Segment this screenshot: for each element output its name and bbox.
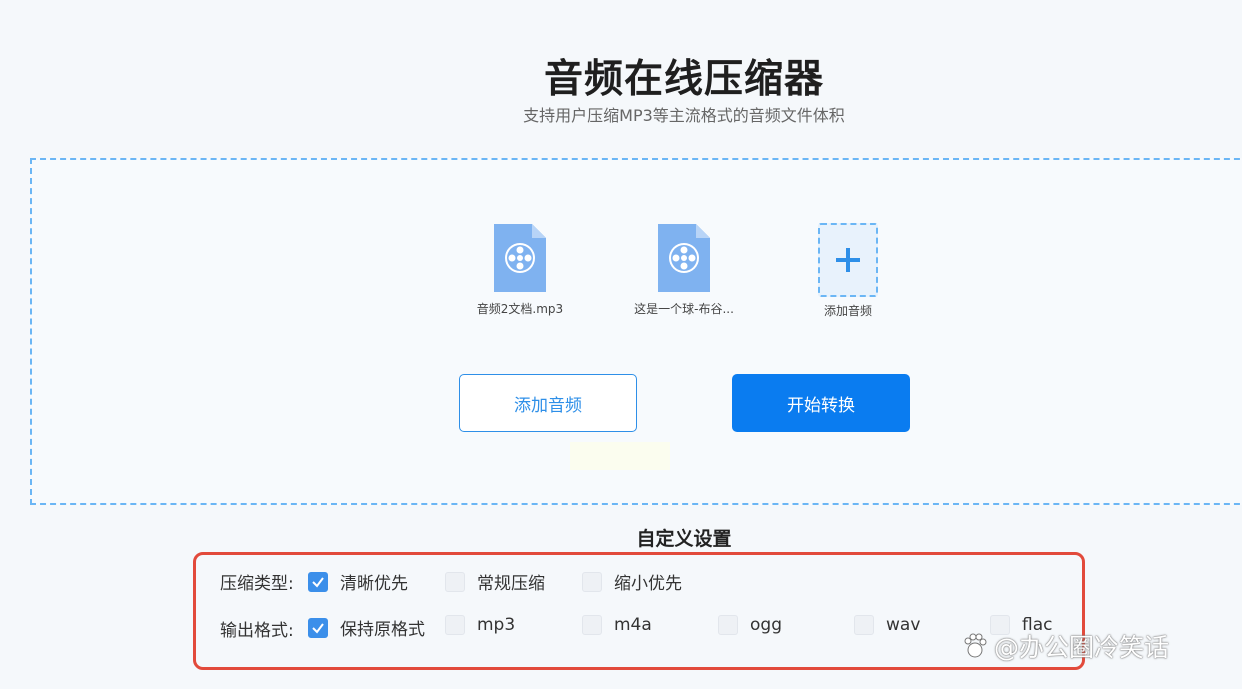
file-item[interactable]: 音频2文档.mp3 [460, 222, 580, 317]
option-m4a[interactable]: m4a [582, 615, 652, 635]
checkbox[interactable] [582, 615, 602, 635]
watermark: @办公圈冷笑话 [960, 628, 1169, 664]
file-item[interactable]: 这是一个球-布谷... [624, 222, 744, 317]
start-convert-button[interactable]: 开始转换 [732, 374, 910, 432]
checkbox[interactable] [718, 615, 738, 635]
option-ogg[interactable]: ogg [718, 615, 782, 635]
option-normal-compression[interactable]: 常规压缩 [445, 569, 545, 594]
add-audio-tile-label: 添加音频 [823, 304, 872, 318]
option-label: 保持原格式 [340, 620, 425, 640]
check-icon [312, 622, 324, 634]
checkbox[interactable] [854, 615, 874, 635]
plus-icon [836, 248, 860, 272]
option-label: wav [886, 615, 921, 635]
option-label: ogg [750, 615, 782, 635]
option-wav[interactable]: wav [854, 615, 920, 635]
settings-title: 自定义设置 [636, 528, 732, 550]
page-subtitle: 支持用户压缩MP3等主流格式的音频文件体积 [523, 106, 845, 125]
audio-file-icon [494, 224, 546, 292]
page-title: 音频在线压缩器 [543, 57, 824, 102]
option-clarity-first[interactable]: 清晰优先 [308, 569, 408, 594]
add-audio-button[interactable]: 添加音频 [459, 374, 637, 432]
option-label: mp3 [477, 615, 516, 635]
option-label: 清晰优先 [340, 574, 408, 594]
option-label: 常规压缩 [477, 574, 545, 594]
checkbox[interactable] [445, 571, 465, 592]
audio-file-icon [658, 224, 710, 292]
faint-tag [570, 442, 670, 470]
output-format-label: 输出格式: [220, 621, 294, 641]
checkbox-checked[interactable] [308, 617, 328, 638]
add-audio-tile[interactable] [818, 223, 878, 297]
check-icon [312, 576, 324, 588]
checkbox[interactable] [582, 571, 602, 592]
checkbox[interactable] [445, 615, 465, 635]
option-smaller-first[interactable]: 缩小优先 [582, 569, 682, 594]
checkbox-checked[interactable] [308, 571, 328, 592]
paw-logo-icon [964, 633, 987, 658]
file-name: 这是一个球-布谷... [634, 302, 734, 316]
option-label: 缩小优先 [614, 574, 682, 594]
option-mp3[interactable]: mp3 [445, 615, 515, 635]
compression-type-label: 压缩类型: [220, 574, 294, 594]
option-label: m4a [614, 615, 652, 635]
file-name: 音频2文档.mp3 [476, 302, 564, 316]
option-keep-original[interactable]: 保持原格式 [308, 615, 425, 640]
watermark-text: @办公圈冷笑话 [994, 633, 1170, 662]
